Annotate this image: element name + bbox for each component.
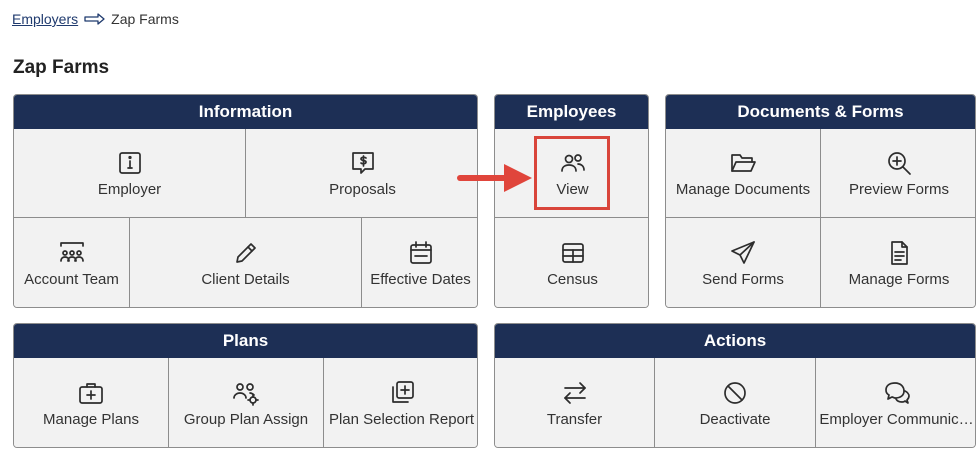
manage-documents-label: Manage Documents: [675, 181, 811, 198]
information-header: Information: [14, 95, 477, 129]
team-icon: [57, 238, 87, 268]
manage-plans-tile[interactable]: Manage Plans: [14, 358, 169, 447]
effective-dates-label: Effective Dates: [370, 270, 471, 288]
account-team-label: Account Team: [24, 270, 119, 288]
employer-communications-label: Employer Communic…: [819, 410, 974, 428]
manage-forms-tile[interactable]: Manage Forms: [821, 218, 975, 307]
proposals-label: Proposals: [329, 181, 396, 198]
chat-bubbles-icon: [882, 378, 912, 408]
copy-plus-icon: [387, 378, 417, 408]
preview-forms-tile[interactable]: Preview Forms: [821, 129, 975, 218]
view-employees-label: View: [556, 181, 589, 198]
document-icon: [884, 238, 914, 268]
group-plan-assign-tile[interactable]: Group Plan Assign: [169, 358, 324, 447]
plans-header: Plans: [14, 324, 477, 358]
breadcrumb-current: Zap Farms: [111, 11, 179, 27]
manage-forms-label: Manage Forms: [848, 270, 950, 288]
manage-documents-tile[interactable]: Manage Documents: [666, 129, 821, 218]
info-icon: [115, 148, 145, 178]
dollar-message-icon: [348, 148, 378, 178]
users-gear-icon: [231, 378, 261, 408]
employees-header: Employees: [495, 95, 648, 129]
pencil-icon: [231, 238, 261, 268]
page-title: Zap Farms: [13, 57, 110, 78]
proposals-tile[interactable]: Proposals: [246, 129, 477, 218]
account-team-tile[interactable]: Account Team: [14, 218, 130, 307]
census-label: Census: [547, 270, 598, 288]
plan-selection-report-tile[interactable]: Plan Selection Report: [324, 358, 477, 447]
client-details-label: Client Details: [201, 270, 290, 288]
users-icon: [558, 148, 588, 178]
preview-forms-label: Preview Forms: [848, 181, 949, 198]
actions-header: Actions: [495, 324, 975, 358]
information-panel: Information Employer Proposals Account T…: [13, 94, 478, 308]
deactivate-label: Deactivate: [699, 410, 771, 428]
manage-plans-label: Manage Plans: [43, 410, 139, 428]
ban-icon: [720, 378, 750, 408]
census-tile[interactable]: Census: [495, 218, 648, 307]
documents-header: Documents & Forms: [666, 95, 975, 129]
client-details-tile[interactable]: Client Details: [130, 218, 362, 307]
employees-panel: Employees View Census: [494, 94, 649, 308]
medical-kit-icon: [76, 378, 106, 408]
employer-communications-tile[interactable]: Employer Communic…: [816, 358, 975, 447]
breadcrumb-employers-link[interactable]: Employers: [12, 11, 78, 27]
folder-open-icon: [728, 148, 758, 178]
employer-tile[interactable]: Employer: [14, 129, 246, 218]
group-plan-assign-label: Group Plan Assign: [183, 410, 309, 428]
effective-dates-tile[interactable]: Effective Dates: [362, 218, 477, 307]
plans-panel: Plans Manage Plans Group Plan Assign Pla…: [13, 323, 478, 448]
annotation-arrow: [456, 160, 536, 201]
send-forms-tile[interactable]: Send Forms: [666, 218, 821, 307]
arrow-right-icon: [84, 13, 106, 25]
breadcrumb: Employers Zap Farms: [12, 10, 179, 28]
actions-panel: Actions Transfer Deactivate Employer Com…: [494, 323, 976, 448]
documents-panel: Documents & Forms Manage Documents Previ…: [665, 94, 976, 308]
plan-selection-report-label: Plan Selection Report: [328, 410, 475, 428]
zoom-in-icon: [884, 148, 914, 178]
transfer-label: Transfer: [546, 410, 603, 428]
table-icon: [558, 238, 588, 268]
transfer-icon: [560, 378, 590, 408]
employer-label: Employer: [97, 181, 162, 198]
send-forms-label: Send Forms: [702, 270, 784, 288]
send-icon: [728, 238, 758, 268]
transfer-tile[interactable]: Transfer: [495, 358, 655, 447]
deactivate-tile[interactable]: Deactivate: [655, 358, 816, 447]
calendar-icon: [406, 238, 436, 268]
